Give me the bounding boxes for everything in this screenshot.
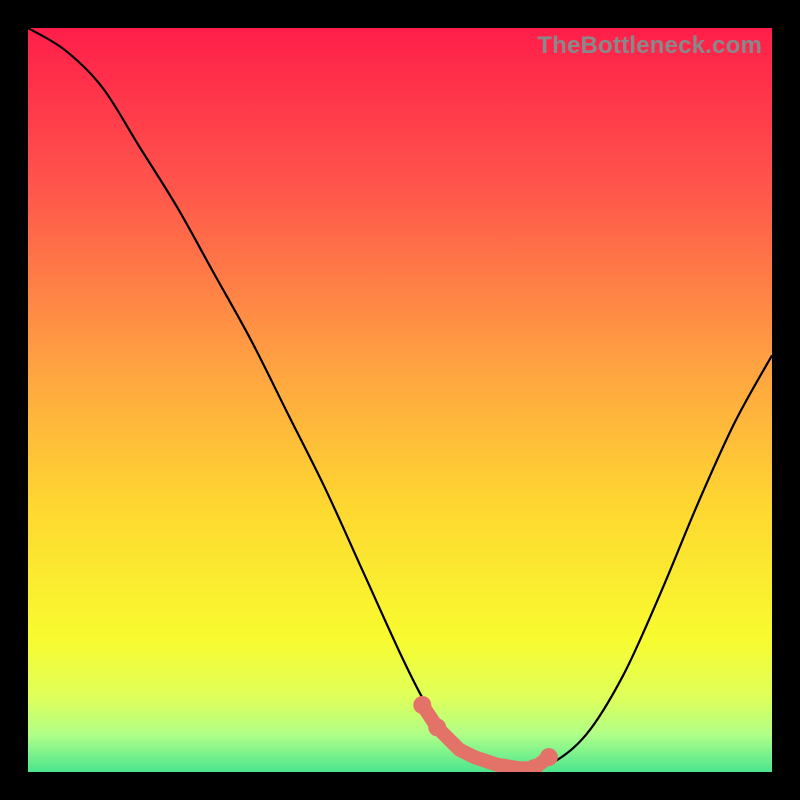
chart-frame: TheBottleneck.com	[28, 28, 772, 772]
optimal-dot	[413, 696, 431, 714]
optimal-dot	[540, 748, 558, 766]
optimal-dot	[428, 718, 446, 736]
bottleneck-chart	[28, 28, 772, 772]
watermark-text: TheBottleneck.com	[537, 32, 762, 60]
gradient-background	[28, 28, 772, 772]
